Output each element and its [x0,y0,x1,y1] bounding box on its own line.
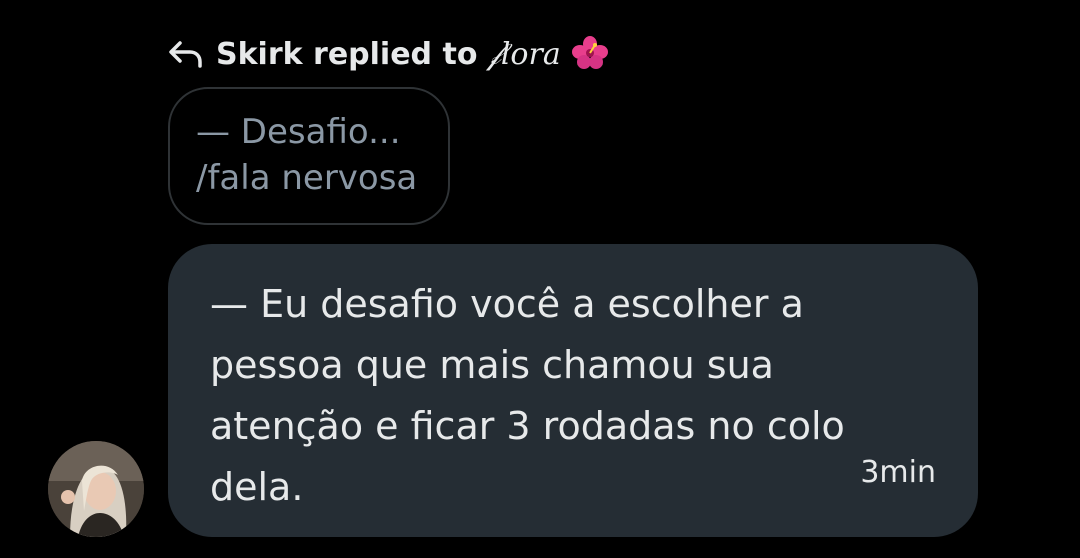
reply-header: Skirk replied to 𝒻lora [168,30,609,78]
avatar[interactable] [48,441,144,537]
reply-target-name[interactable]: 𝒻lora [487,37,560,72]
avatar-photo [48,441,144,537]
message-line: pessoa que mais chamou sua [210,343,774,387]
message-line: atenção e ficar 3 rodadas no colo [210,404,845,448]
message-bubble[interactable]: — Eu desafio você a escolher a pessoa qu… [168,244,978,537]
reply-arrow-icon [169,41,202,68]
message-timestamp: 3min [860,455,936,490]
message-line: dela. [210,465,304,509]
reply-prefix: Skirk replied to [216,36,478,72]
hibiscus-icon [571,36,608,69]
quoted-message-bubble[interactable]: — Desafio... /fala nervosa [168,87,450,225]
quoted-line: /fala nervosa [196,158,418,198]
message-line: — Eu desafio você a escolher a [210,282,804,326]
quoted-line: — Desafio... [196,112,401,152]
